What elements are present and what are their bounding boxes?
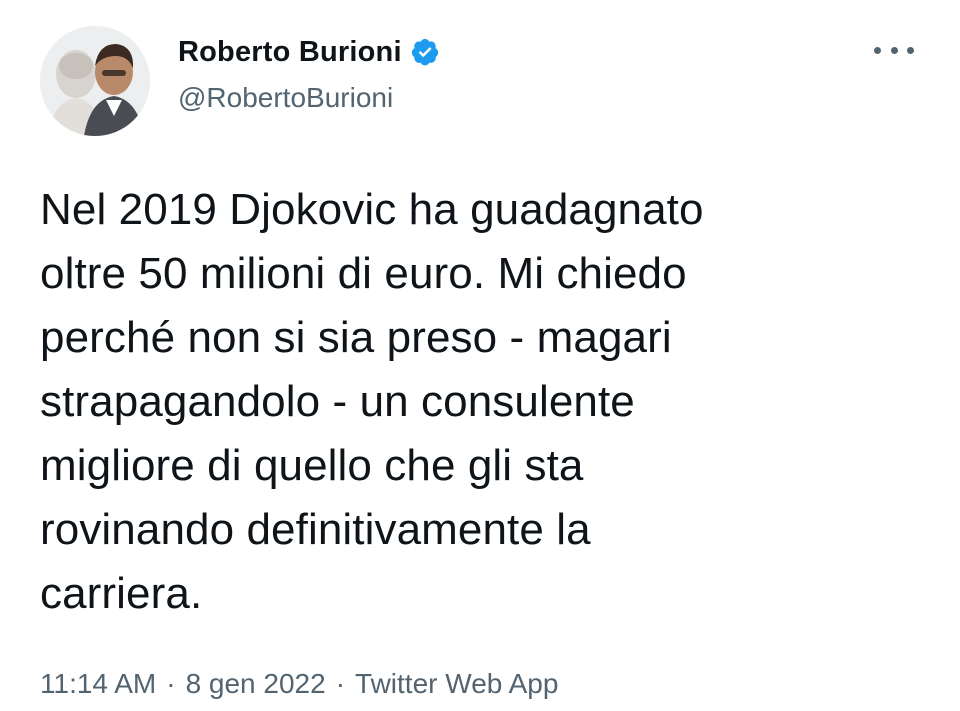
more-dot bbox=[874, 46, 881, 54]
tweet-time[interactable]: 11:14 AM bbox=[40, 668, 156, 700]
display-name[interactable]: Roberto Burioni bbox=[178, 36, 402, 69]
meta-separator: · bbox=[166, 668, 176, 699]
author-identity: Roberto Burioni @RobertoBurioni bbox=[178, 32, 440, 114]
tweet-meta: 11:14 AM · 8 gen 2022 · Twitter Web App bbox=[40, 668, 558, 700]
tweet-card: Roberto Burioni @RobertoBurioni Nel 2019… bbox=[0, 0, 960, 711]
meta-separator: · bbox=[335, 668, 346, 699]
tweet-header: Roberto Burioni @RobertoBurioni bbox=[40, 26, 920, 136]
tweet-source: Twitter Web App bbox=[355, 668, 559, 699]
user-handle[interactable]: @RobertoBurioni bbox=[178, 82, 440, 114]
avatar-image bbox=[40, 26, 150, 136]
more-options-icon[interactable] bbox=[874, 40, 914, 60]
more-dot bbox=[907, 46, 914, 54]
avatar[interactable] bbox=[40, 26, 150, 136]
more-dot bbox=[890, 46, 898, 54]
tweet-text: Nel 2019 Djokovic ha guadagnato oltre 50… bbox=[40, 185, 704, 618]
verified-badge-icon bbox=[410, 37, 440, 67]
tweet-date[interactable]: 8 gen 2022 bbox=[186, 668, 326, 700]
name-row: Roberto Burioni bbox=[178, 32, 440, 72]
